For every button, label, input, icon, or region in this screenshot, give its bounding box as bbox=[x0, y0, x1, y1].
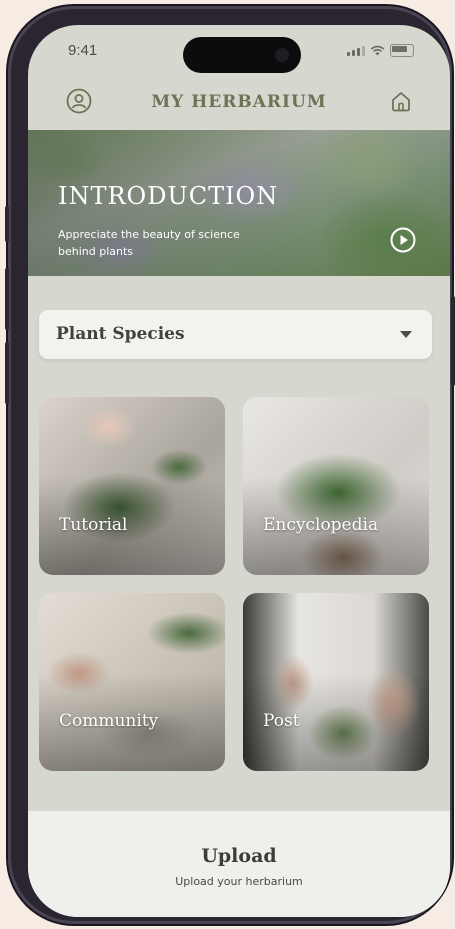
caret-down-icon bbox=[400, 331, 412, 338]
upload-section[interactable]: Upload Upload your herbarium bbox=[28, 811, 450, 917]
app-header: MY HERBARIUM bbox=[28, 80, 450, 130]
power-button bbox=[451, 296, 455, 386]
volume-down-button bbox=[5, 342, 9, 404]
plant-species-dropdown[interactable]: Plant Species bbox=[39, 310, 432, 359]
card-label: Tutorial bbox=[59, 515, 128, 535]
upload-subtitle: Upload your herbarium bbox=[175, 875, 303, 888]
mute-switch bbox=[5, 206, 9, 242]
card-label: Post bbox=[263, 711, 300, 731]
dropdown-selected-value: Plant Species bbox=[56, 324, 185, 344]
phone-frame: 9:41 MY HERBARIUM INTRODUCTION Appreciat… bbox=[5, 6, 455, 924]
wifi-icon bbox=[370, 45, 385, 56]
camera-icon bbox=[275, 48, 289, 62]
banner-subtitle: Appreciate the beauty of science behind … bbox=[58, 228, 240, 258]
card-overlay bbox=[39, 397, 225, 575]
home-icon[interactable] bbox=[386, 86, 416, 116]
status-icons bbox=[347, 44, 414, 57]
screen: 9:41 MY HERBARIUM INTRODUCTION Appreciat… bbox=[28, 25, 450, 917]
signal-icon bbox=[347, 45, 365, 56]
upload-title: Upload bbox=[201, 845, 277, 867]
card-overlay bbox=[243, 397, 429, 575]
dynamic-island bbox=[183, 37, 301, 73]
encyclopedia-card[interactable]: Encyclopedia bbox=[243, 397, 429, 575]
play-icon[interactable] bbox=[390, 227, 416, 253]
introduction-banner[interactable]: INTRODUCTION Appreciate the beauty of sc… bbox=[28, 130, 450, 276]
battery-icon bbox=[390, 44, 414, 57]
tutorial-card[interactable]: Tutorial bbox=[39, 397, 225, 575]
volume-up-button bbox=[5, 268, 9, 330]
status-bar: 9:41 bbox=[28, 25, 450, 75]
status-time: 9:41 bbox=[68, 42, 98, 59]
card-label: Encyclopedia bbox=[263, 515, 379, 535]
card-label: Community bbox=[59, 711, 159, 731]
community-card[interactable]: Community bbox=[39, 593, 225, 771]
post-card[interactable]: Post bbox=[243, 593, 429, 771]
card-overlay bbox=[243, 593, 429, 771]
card-overlay bbox=[39, 593, 225, 771]
banner-title: INTRODUCTION bbox=[58, 182, 279, 210]
